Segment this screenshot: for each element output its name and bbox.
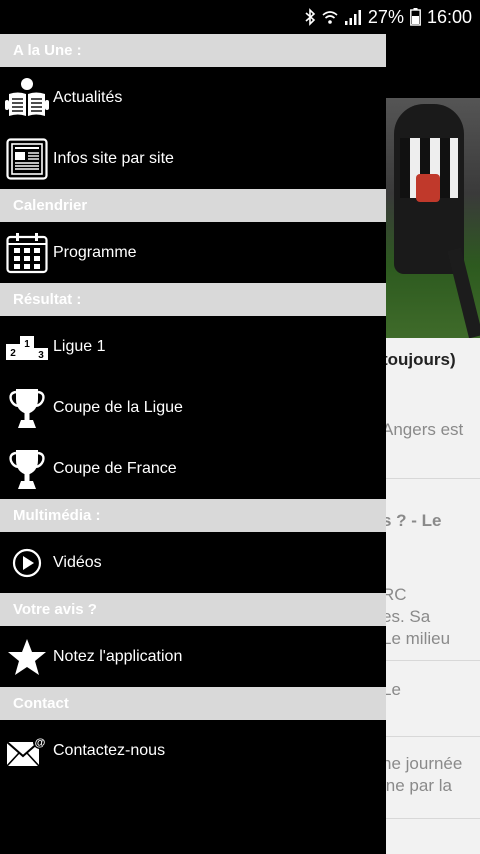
- list-divider: [386, 478, 480, 479]
- section-header-resultat: Résultat :: [0, 283, 386, 316]
- menu-item-coupe-de-france[interactable]: Coupe de France: [0, 438, 386, 499]
- menu-item-notez-l-application[interactable]: Notez l'application: [0, 626, 386, 687]
- navigation-drawer: A la Une : Actualités Infos site par sit…: [0, 34, 386, 854]
- wifi-icon: [322, 9, 338, 25]
- article-excerpt: Le milieu: [382, 629, 451, 648]
- list-divider: [386, 660, 480, 661]
- calendar-icon: [0, 222, 53, 283]
- menu-item-coupe-de-la-ligue[interactable]: Coupe de la Ligue: [0, 377, 386, 438]
- menu-item-label: Notez l'application: [53, 647, 183, 665]
- article-title[interactable]: s ? - Le: [382, 511, 442, 531]
- article-excerpt: es. Sa: [382, 607, 431, 626]
- trophy-icon: [0, 377, 53, 438]
- menu-item-label: Programme: [53, 243, 137, 261]
- svg-text:2: 2: [10, 348, 16, 359]
- menu-item-actualites[interactable]: Actualités: [0, 67, 386, 128]
- menu-item-ligue-1[interactable]: 2 1 3 Ligue 1: [0, 316, 386, 377]
- section-header-multimedia: Multimédia :: [0, 499, 386, 532]
- article-excerpt: ne journée: [382, 754, 463, 773]
- section-header-calendrier: Calendrier: [0, 189, 386, 222]
- battery-percent: 27%: [367, 6, 404, 27]
- bluetooth-icon: [304, 8, 316, 26]
- menu-item-label: Coupe de la Ligue: [53, 398, 183, 416]
- svg-text:1: 1: [24, 339, 30, 350]
- menu-item-label: Infos site par site: [53, 149, 174, 167]
- menu-item-contactez-nous[interactable]: @ Contactez-nous: [0, 720, 386, 781]
- article-image[interactable]: [386, 98, 480, 338]
- signal-icon: [344, 9, 362, 25]
- menu-item-label: Actualités: [53, 88, 123, 106]
- star-icon: [0, 626, 53, 687]
- menu-item-videos[interactable]: Vidéos: [0, 532, 386, 593]
- menu-item-label: Contactez-nous: [53, 741, 166, 759]
- article-excerpt: ine par la: [382, 776, 452, 795]
- svg-text:@: @: [34, 737, 45, 749]
- newspaper-reader-icon: [0, 67, 53, 128]
- menu-item-label: Ligue 1: [53, 337, 106, 355]
- podium-icon: 2 1 3: [0, 316, 53, 377]
- menu-item-label: Vidéos: [53, 553, 102, 571]
- screen: 27% 16:00 toujours) Angers est s ? - Le …: [0, 0, 480, 854]
- trophy-icon: [0, 438, 53, 499]
- menu-item-programme[interactable]: Programme: [0, 222, 386, 283]
- section-header-votre-avis: Votre avis ?: [0, 593, 386, 626]
- svg-text:3: 3: [38, 350, 44, 360]
- menu-item-infos-site-par-site[interactable]: Infos site par site: [0, 128, 386, 189]
- clock: 16:00: [426, 6, 472, 27]
- status-bar: 27% 16:00: [0, 0, 480, 34]
- article-excerpt: Angers est: [382, 420, 464, 439]
- mail-icon: @: [0, 720, 53, 781]
- list-divider: [386, 736, 480, 737]
- menu-item-label: Coupe de France: [53, 459, 177, 477]
- battery-icon: [410, 8, 421, 26]
- list-divider: [386, 818, 480, 819]
- section-header-contact: Contact: [0, 687, 386, 720]
- newspaper-icon: [0, 128, 53, 189]
- article-title[interactable]: toujours): [382, 350, 456, 370]
- play-icon: [0, 532, 53, 593]
- section-header-a-la-une: A la Une :: [0, 34, 386, 67]
